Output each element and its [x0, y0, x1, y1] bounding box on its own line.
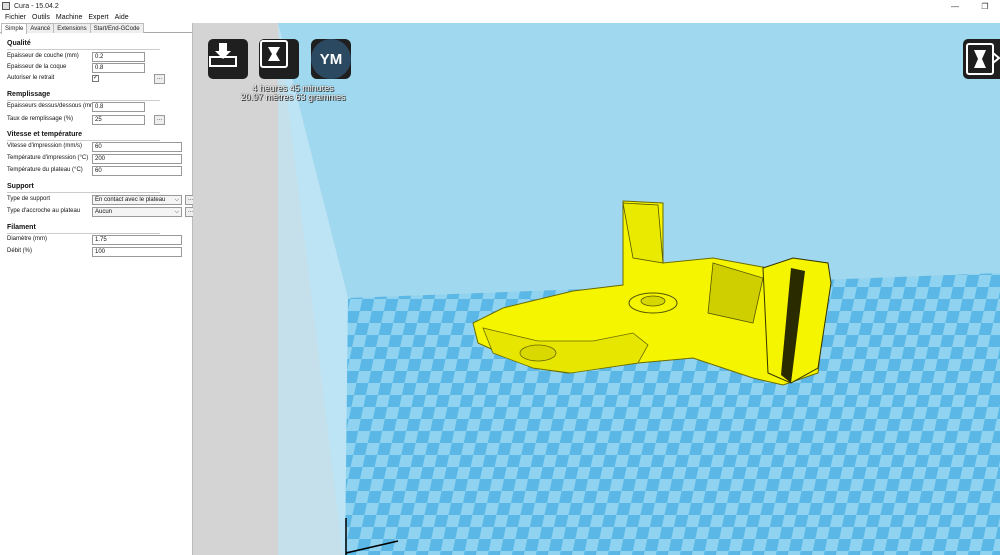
row-diameter: Diamètre (mm) 1.75 [7, 235, 192, 245]
row-print-temp: Température d'impression (°C) 200 [7, 154, 192, 164]
menu-fichier[interactable]: Fichier [2, 14, 29, 21]
flow-input[interactable]: 100 [92, 247, 182, 257]
fill-settings-button[interactable]: ... [154, 115, 165, 125]
shell-thickness-label: Epaisseur de la coque [7, 64, 67, 70]
fill-density-input[interactable]: 25 [92, 115, 145, 125]
print-temp-input[interactable]: 200 [92, 154, 182, 164]
fill-density-label: Taux de remplissage (%) [7, 116, 74, 122]
row-print-speed: Vitesse d'impression (mm/s) 60 [7, 142, 192, 152]
youmagine-button[interactable]: YM [311, 39, 351, 79]
row-support-type: Type de support En contact avec le plate… [7, 195, 196, 205]
bed-temp-input[interactable]: 60 [92, 166, 182, 176]
diameter-input[interactable]: 1.75 [92, 235, 182, 245]
row-layer-height: Epaisseur de couche (mm) 0.2 [7, 52, 192, 62]
menu-outils[interactable]: Outils [29, 14, 53, 21]
3d-viewport[interactable]: YM 4 heures 45 minutes 20.97 mètres 63 g… [193, 23, 1000, 555]
menu-expert[interactable]: Expert [85, 14, 111, 21]
adhesion-type-value: Aucun [95, 209, 113, 215]
layer-height-label: Epaisseur de couche (mm) [7, 53, 79, 59]
adhesion-type-select[interactable]: Aucun ⌵ [92, 207, 182, 217]
row-top-bottom: Epaisseurs dessus/dessous (mm) 0.8 [7, 102, 192, 112]
section-divider [7, 233, 160, 234]
flow-label: Débit (%) [7, 248, 33, 254]
print-button[interactable] [259, 39, 299, 79]
print-material: 20.97 mètres 63 grammes [240, 92, 346, 102]
row-adhesion-type: Type d'accroche au plateau Aucun ⌵ ... [7, 207, 196, 217]
chevron-down-icon: ⌵ [174, 209, 179, 215]
support-type-value: En contact avec le plateau [95, 197, 166, 203]
settings-tabs: Simple Avancé Extensions Start/End-GCode [0, 23, 192, 34]
row-fill-density: Taux de remplissage (%) 25 ... [7, 115, 192, 125]
section-filament: Filament [7, 224, 160, 234]
section-title-vitesse: Vitesse et température [7, 131, 82, 138]
section-title-filament: Filament [7, 224, 36, 231]
print-speed-input[interactable]: 60 [92, 142, 182, 152]
print-estimate: 4 heures 45 minutes 20.97 mètres 63 gram… [208, 84, 378, 102]
shell-thickness-input[interactable]: 0.8 [92, 63, 145, 73]
top-bottom-label: Epaisseurs dessus/dessous (mm) [7, 103, 98, 109]
row-shell-thickness: Epaisseur de la coque 0.8 [7, 63, 192, 73]
tab-avance[interactable]: Avancé [26, 23, 55, 33]
layer-height-input[interactable]: 0.2 [92, 52, 145, 62]
section-divider [7, 49, 160, 50]
section-title-qualite: Qualité [7, 40, 31, 47]
section-title-support: Support [7, 183, 34, 190]
row-flow: Débit (%) 100 [7, 247, 192, 257]
section-vitesse: Vitesse et température [7, 131, 160, 141]
section-divider [7, 192, 160, 193]
view-mode-button[interactable] [963, 39, 1000, 79]
cura-app-icon [2, 2, 10, 10]
adhesion-type-label: Type d'accroche au plateau [7, 208, 81, 214]
top-bottom-input[interactable]: 0.8 [92, 102, 145, 112]
support-type-select[interactable]: En contact avec le plateau ⌵ [92, 195, 182, 205]
settings-panel: Simple Avancé Extensions Start/End-GCode… [0, 23, 196, 555]
window-title: Cura - 15.04.2 [14, 2, 59, 10]
diameter-label: Diamètre (mm) [7, 236, 47, 242]
section-support: Support [7, 183, 160, 193]
tab-start-end-gcode[interactable]: Start/End-GCode [89, 23, 144, 33]
section-qualite: Qualité [7, 40, 160, 50]
menu-aide[interactable]: Aide [112, 14, 132, 21]
print-temp-label: Température d'impression (°C) [7, 155, 89, 161]
retraction-settings-button[interactable]: ... [154, 74, 165, 84]
minimize-button[interactable]: — [940, 0, 970, 12]
menu-machine[interactable]: Machine [53, 14, 85, 21]
load-model-button[interactable] [208, 39, 248, 79]
support-type-label: Type de support [7, 196, 51, 202]
section-divider [7, 140, 160, 141]
print-speed-label: Vitesse d'impression (mm/s) [7, 143, 83, 149]
retraction-checkbox[interactable]: ✓ [92, 75, 99, 82]
menu-bar: Fichier Outils Machine Expert Aide [0, 12, 1000, 23]
title-bar: Cura - 15.04.2 — ❐ [0, 0, 1000, 12]
row-retraction: Autoriser le retrait ✓ ... [7, 74, 192, 84]
build-volume-scene [278, 23, 1000, 555]
section-title-remplissage: Remplissage [7, 91, 51, 98]
window-controls: — ❐ [940, 0, 1000, 12]
section-remplissage: Remplissage [7, 91, 160, 101]
bed-temp-label: Température du plateau (°C) [7, 167, 83, 173]
tab-extensions[interactable]: Extensions [53, 23, 91, 33]
chevron-down-icon: ⌵ [174, 197, 179, 203]
retraction-label: Autoriser le retrait [7, 75, 55, 81]
restore-button[interactable]: ❐ [970, 0, 1000, 12]
section-divider [7, 100, 160, 101]
row-bed-temp: Température du plateau (°C) 60 [7, 166, 192, 176]
tab-simple[interactable]: Simple [1, 23, 28, 34]
